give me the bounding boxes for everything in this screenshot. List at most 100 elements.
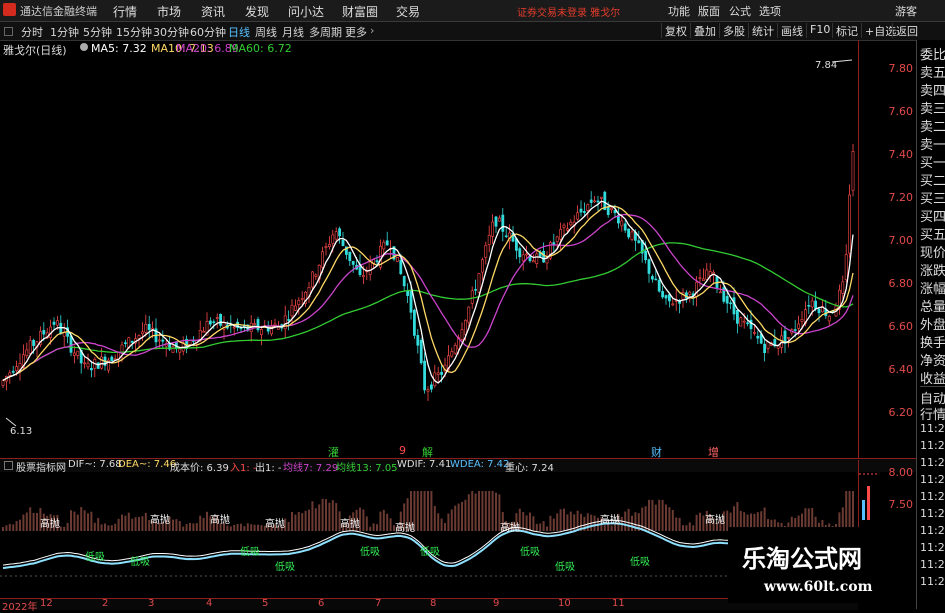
multi-stock-button[interactable]: 多股 [719, 23, 745, 38]
menu-formula[interactable]: 公式 [729, 3, 751, 19]
candle-body [130, 340, 134, 343]
chevron-right-icon[interactable]: › [370, 24, 374, 37]
candle-body [321, 251, 325, 268]
candle-body [11, 370, 15, 373]
period-multi[interactable]: 多周期 [309, 24, 342, 40]
candle-body [219, 313, 223, 326]
candle-body [627, 228, 631, 238]
overlay-button[interactable]: 叠加 [690, 23, 716, 38]
candle-body [273, 323, 277, 326]
period-daily[interactable]: 日线 [228, 24, 250, 40]
indicator-bar [291, 511, 293, 531]
candle-body [487, 234, 491, 245]
indicator-bar [685, 525, 688, 531]
candle-body [555, 236, 559, 242]
period-intraday[interactable]: 分时 [21, 24, 43, 40]
indicator-bar [427, 491, 429, 531]
statistics-button[interactable]: 统计 [748, 23, 774, 38]
date-tick: 12 [40, 598, 53, 609]
candle-body [76, 350, 80, 356]
period-weekly[interactable]: 周线 [255, 24, 277, 40]
indicator-bar [195, 523, 198, 531]
menu-market[interactable]: 市场 [157, 3, 181, 20]
candle-body [739, 317, 743, 327]
event-marker[interactable]: 9 [399, 444, 406, 457]
quote-label: 卖一 [920, 138, 945, 153]
indicator-bar [304, 510, 307, 531]
menu-layout[interactable]: 版面 [698, 3, 720, 19]
indicator-bar [138, 516, 140, 531]
candle-body [470, 290, 474, 304]
menu-quotes[interactable]: 行情 [113, 3, 137, 20]
indicator-bar [260, 525, 263, 531]
candle-body [817, 308, 821, 314]
period-more[interactable]: 更多 [345, 24, 367, 40]
indicator-bar [19, 519, 21, 531]
quote-label: 买三 [920, 192, 945, 207]
back-button[interactable]: 返回 [892, 23, 918, 38]
period-1min[interactable]: 1分钟 [50, 24, 79, 40]
menu-functions[interactable]: 功能 [668, 3, 690, 19]
indicator-bar [535, 523, 538, 531]
candle-body [589, 199, 593, 203]
candle-body [593, 200, 597, 203]
candle-body [429, 384, 433, 390]
price-tick: 7.00 [888, 234, 914, 247]
indicator-bar [121, 514, 123, 531]
indicator-bar [848, 491, 851, 531]
candle-body [419, 339, 423, 364]
indicator-bar [365, 516, 368, 531]
indicator-bar [63, 526, 66, 531]
menu-news[interactable]: 资讯 [201, 3, 225, 20]
indicator-bar [76, 514, 79, 531]
add-favorite-button[interactable]: +自选 [861, 23, 896, 38]
period-5min[interactable]: 5分钟 [83, 24, 112, 40]
period-15min[interactable]: 15分钟 [116, 24, 152, 40]
period-30min[interactable]: 30分钟 [153, 24, 189, 40]
f10-button[interactable]: F10 [806, 23, 830, 38]
settings-dot-icon[interactable] [80, 43, 88, 51]
quote-tab[interactable]: 行情 [920, 404, 945, 423]
candle-body [86, 362, 90, 368]
candle-body [314, 274, 318, 277]
indicator-bar [226, 525, 229, 531]
wdif-value: WDIF: 7.41 [397, 459, 452, 470]
menu-ask-xiaoda[interactable]: 问小达 [288, 3, 324, 20]
checkbox-icon[interactable] [4, 27, 13, 36]
indicator-toggle-icon[interactable] [4, 461, 13, 470]
indicator-bar [59, 526, 62, 531]
indicator-bar [134, 517, 137, 531]
signal-low-label: 低吸 [520, 545, 540, 558]
candle-body [814, 300, 818, 310]
indicator-bar [376, 524, 378, 531]
date-tick: 2 [102, 598, 109, 609]
indicator-bar [430, 491, 433, 531]
menu-trade[interactable]: 交易 [396, 3, 420, 20]
candle-body [620, 220, 624, 227]
period-monthly[interactable]: 月线 [282, 24, 304, 40]
indicator-bar [172, 519, 174, 531]
mark-button[interactable]: 标记 [832, 23, 858, 38]
candlestick-chart[interactable]: 7.84 6.13 [0, 54, 858, 458]
period-60min[interactable]: 60分钟 [190, 24, 226, 40]
candle-body [705, 269, 709, 280]
indicator-bar [294, 514, 297, 531]
candle-body [409, 290, 413, 313]
candle-body [497, 217, 501, 222]
indicator-bar [379, 511, 382, 531]
restore-rights-button[interactable]: 复权 [661, 23, 687, 38]
candle-body [402, 276, 406, 287]
watermark: 乐淘公式网 www.60lt.com [728, 527, 916, 603]
draw-line-button[interactable]: 画线 [777, 23, 803, 38]
menu-wealth-circle[interactable]: 财富圈 [342, 3, 378, 20]
menu-discover[interactable]: 发现 [245, 3, 269, 20]
menu-guest[interactable]: 游客 [895, 3, 917, 19]
candle-body [467, 306, 471, 323]
candle-body [256, 319, 260, 331]
candle-body [756, 335, 760, 339]
candle-body [324, 246, 328, 248]
candle-body [725, 296, 729, 304]
indicator-bar [192, 523, 195, 531]
menu-options[interactable]: 选项 [759, 3, 781, 19]
candle-body [582, 211, 586, 213]
